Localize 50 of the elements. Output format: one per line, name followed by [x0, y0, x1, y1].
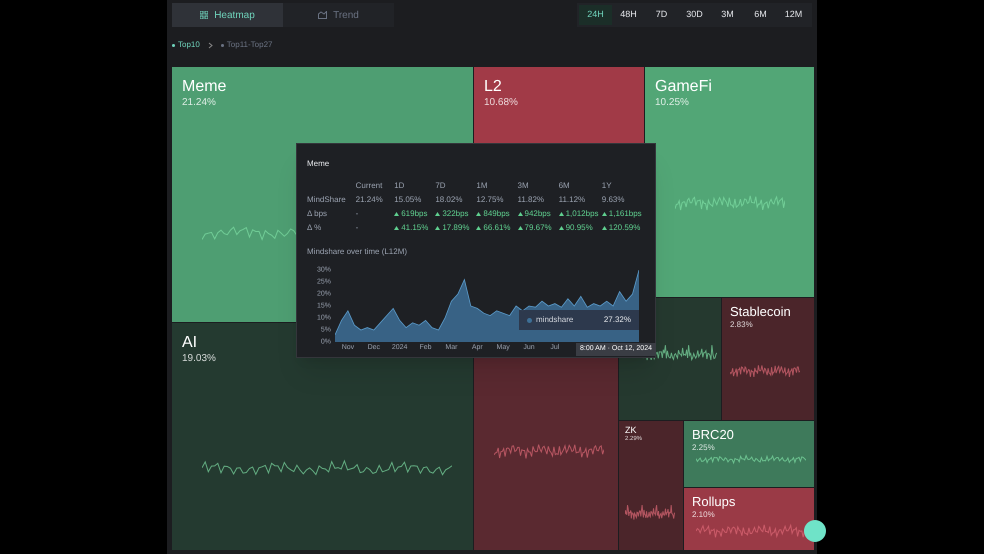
tile-name: L2 — [484, 77, 502, 97]
tile-name: Meme — [182, 77, 226, 97]
column-header: 6M — [558, 179, 602, 193]
tile-name: GameFi — [655, 77, 712, 97]
tile-share: 10.68% — [484, 97, 518, 110]
table-cell: 41.15% — [394, 221, 428, 235]
table-cell: 90.95% — [558, 221, 593, 235]
table-cell-text: 15.05% — [394, 194, 422, 206]
tile-name: Rollups — [692, 494, 736, 510]
tile-name: Stablecoin — [730, 304, 791, 320]
tile-name: AI — [182, 333, 198, 353]
table-cell-text: 11.82% — [518, 194, 544, 206]
tile-name: ZK — [625, 424, 637, 436]
table-cell-text: 21.24% — [356, 194, 383, 206]
table-cell: 942bps — [518, 207, 551, 221]
table-cell: 66.61% — [476, 221, 511, 235]
tile-name: BRC20 — [692, 426, 734, 443]
hover-series: mindshare — [536, 314, 574, 326]
tile-share: 2.83% — [730, 320, 753, 330]
table-cell: 17.89% — [435, 221, 470, 235]
table-cell: 1,012bps — [558, 207, 599, 221]
table-cell: 619bps — [394, 207, 428, 221]
column-header: 1Y — [602, 180, 613, 192]
row-label: Δ bps — [307, 208, 328, 220]
table-cell-text: 11.12% — [558, 194, 586, 206]
table-cell-text: - — [356, 208, 358, 220]
tile-share: 19.03% — [182, 353, 216, 366]
table-cell: 322bps — [435, 207, 469, 221]
column-header: 3M — [518, 180, 530, 192]
tile-share: 10.25% — [655, 97, 689, 110]
table-cell-text: - — [356, 222, 358, 234]
tile-share: 2.10% — [692, 510, 715, 520]
tile-share: 2.25% — [692, 443, 715, 453]
table-cell: 79.67% — [518, 221, 552, 235]
chart-title: Mindshare over time (L12M) — [307, 246, 408, 258]
table-cell: 849bps — [476, 207, 510, 221]
table-cell: 1,161bps — [602, 207, 642, 221]
column-header: Current — [356, 180, 384, 192]
column-header: 1D — [394, 179, 436, 193]
row-label: MindShare — [307, 194, 347, 206]
tile-share: 21.24% — [182, 97, 216, 110]
tooltip-title: Meme — [307, 158, 330, 170]
table-cell: 120.59% — [602, 221, 640, 235]
table-cell-text: 12.75% — [476, 194, 504, 206]
hover-value: 27.32% — [604, 314, 631, 326]
table-cell-text: 9.63% — [602, 194, 624, 206]
row-label: Δ % — [307, 222, 322, 234]
column-header: 1M — [476, 179, 518, 193]
table-cell-text: 18.02% — [435, 194, 462, 206]
column-header: 7D — [435, 179, 476, 193]
